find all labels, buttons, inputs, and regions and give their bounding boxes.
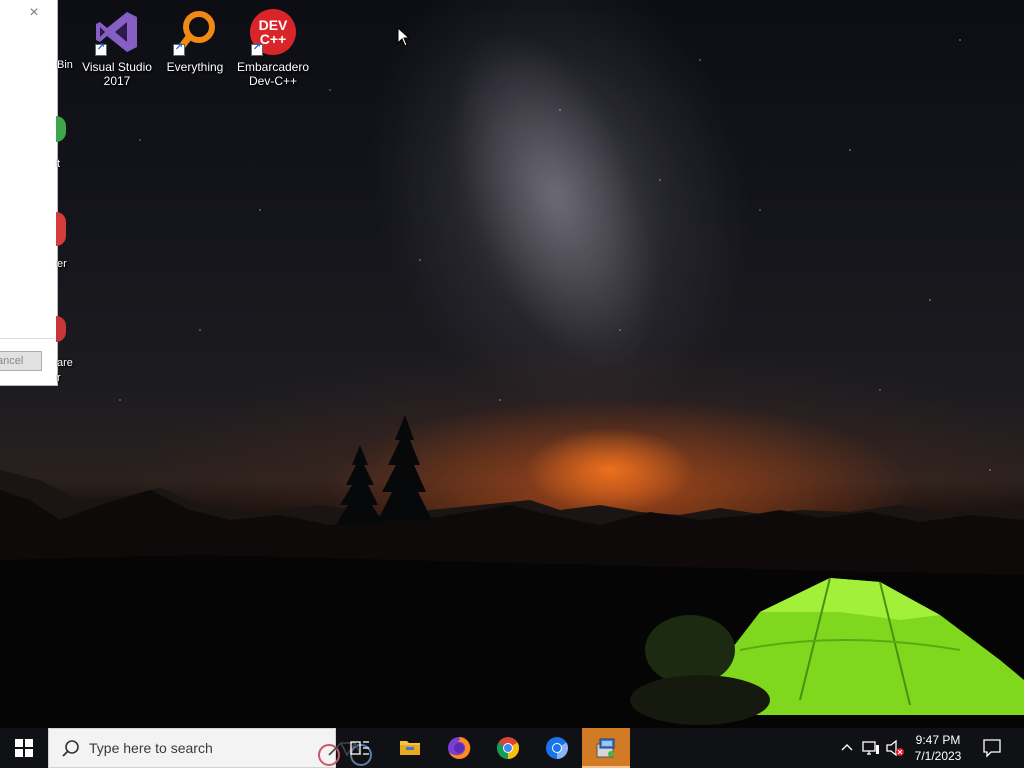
partial-app-icon[interactable] bbox=[56, 212, 66, 246]
partial-icon-label[interactable]: r bbox=[57, 372, 61, 384]
firefox-button[interactable] bbox=[435, 728, 483, 768]
action-center-button[interactable] bbox=[974, 728, 1014, 768]
volume-button[interactable] bbox=[884, 728, 906, 768]
desktop-icon-dev-cpp[interactable]: DEV C++ Embarcadero Dev-C++ bbox=[235, 8, 311, 88]
windows-logo-icon bbox=[15, 739, 33, 757]
dialog-window[interactable]: × ancel bbox=[0, 0, 58, 386]
chrome-beta-icon bbox=[546, 737, 568, 759]
search-box[interactable]: Type here to search bbox=[48, 728, 372, 768]
dev-cpp-icon: DEV C++ bbox=[249, 8, 297, 56]
mountains-silhouette bbox=[0, 415, 1024, 728]
shortcut-arrow-icon bbox=[173, 42, 185, 56]
chevron-up-icon bbox=[841, 744, 853, 751]
task-view-icon bbox=[350, 741, 369, 755]
chrome-beta-button[interactable] bbox=[533, 728, 581, 768]
partial-icon-label[interactable]: are bbox=[57, 357, 73, 369]
dev-cpp-glyph-text-bottom: C++ bbox=[260, 31, 286, 47]
mouse-cursor-icon bbox=[397, 27, 411, 47]
search-placeholder: Type here to search bbox=[89, 740, 213, 756]
shortcut-arrow-icon bbox=[95, 42, 107, 56]
start-button[interactable] bbox=[0, 728, 48, 768]
search-icon bbox=[62, 740, 79, 757]
firefox-icon bbox=[448, 736, 471, 759]
dialog-separator bbox=[0, 338, 54, 339]
network-button[interactable] bbox=[860, 728, 882, 768]
folder-icon bbox=[400, 741, 420, 755]
installer-button[interactable] bbox=[582, 728, 630, 768]
desktop-wallpaper[interactable] bbox=[0, 0, 1024, 728]
everything-search-icon bbox=[171, 8, 219, 56]
desktop-icon-label: Embarcadero bbox=[236, 60, 310, 74]
taskbar: Type here to search 9:47 PM 7/1/2023 bbox=[0, 728, 1024, 768]
network-icon bbox=[862, 741, 879, 755]
chrome-button[interactable] bbox=[484, 728, 532, 768]
clock-date: 7/1/2023 bbox=[914, 749, 962, 763]
chrome-icon bbox=[497, 737, 519, 759]
visual-studio-icon bbox=[93, 8, 141, 56]
desktop-icon-label-line2: Dev-C++ bbox=[248, 74, 298, 88]
cancel-button[interactable]: ancel bbox=[0, 351, 42, 371]
desktop-icon-visual-studio[interactable]: Visual Studio 2017 bbox=[79, 8, 155, 88]
close-icon[interactable]: × bbox=[25, 4, 43, 22]
desktop-icon-label: Visual Studio bbox=[82, 60, 152, 74]
volume-muted-icon bbox=[886, 739, 904, 757]
clock[interactable]: 9:47 PM 7/1/2023 bbox=[906, 728, 970, 768]
task-view-button[interactable] bbox=[336, 728, 384, 768]
desktop-icon-label-line2: 2017 bbox=[103, 74, 131, 88]
partial-icon-label[interactable]: er bbox=[57, 258, 67, 270]
notification-icon bbox=[983, 739, 1001, 758]
clock-time: 9:47 PM bbox=[915, 733, 961, 747]
partial-icon-label[interactable]: t bbox=[57, 158, 60, 170]
desktop-icon-everything[interactable]: Everything bbox=[157, 8, 233, 74]
installer-icon bbox=[596, 738, 615, 758]
file-explorer-button[interactable] bbox=[386, 728, 434, 768]
shortcut-arrow-icon bbox=[251, 42, 263, 56]
partial-icon-label[interactable]: Bin bbox=[57, 59, 73, 71]
desktop-icon-label: Everything bbox=[166, 60, 224, 74]
show-hidden-icons-button[interactable] bbox=[838, 728, 856, 768]
